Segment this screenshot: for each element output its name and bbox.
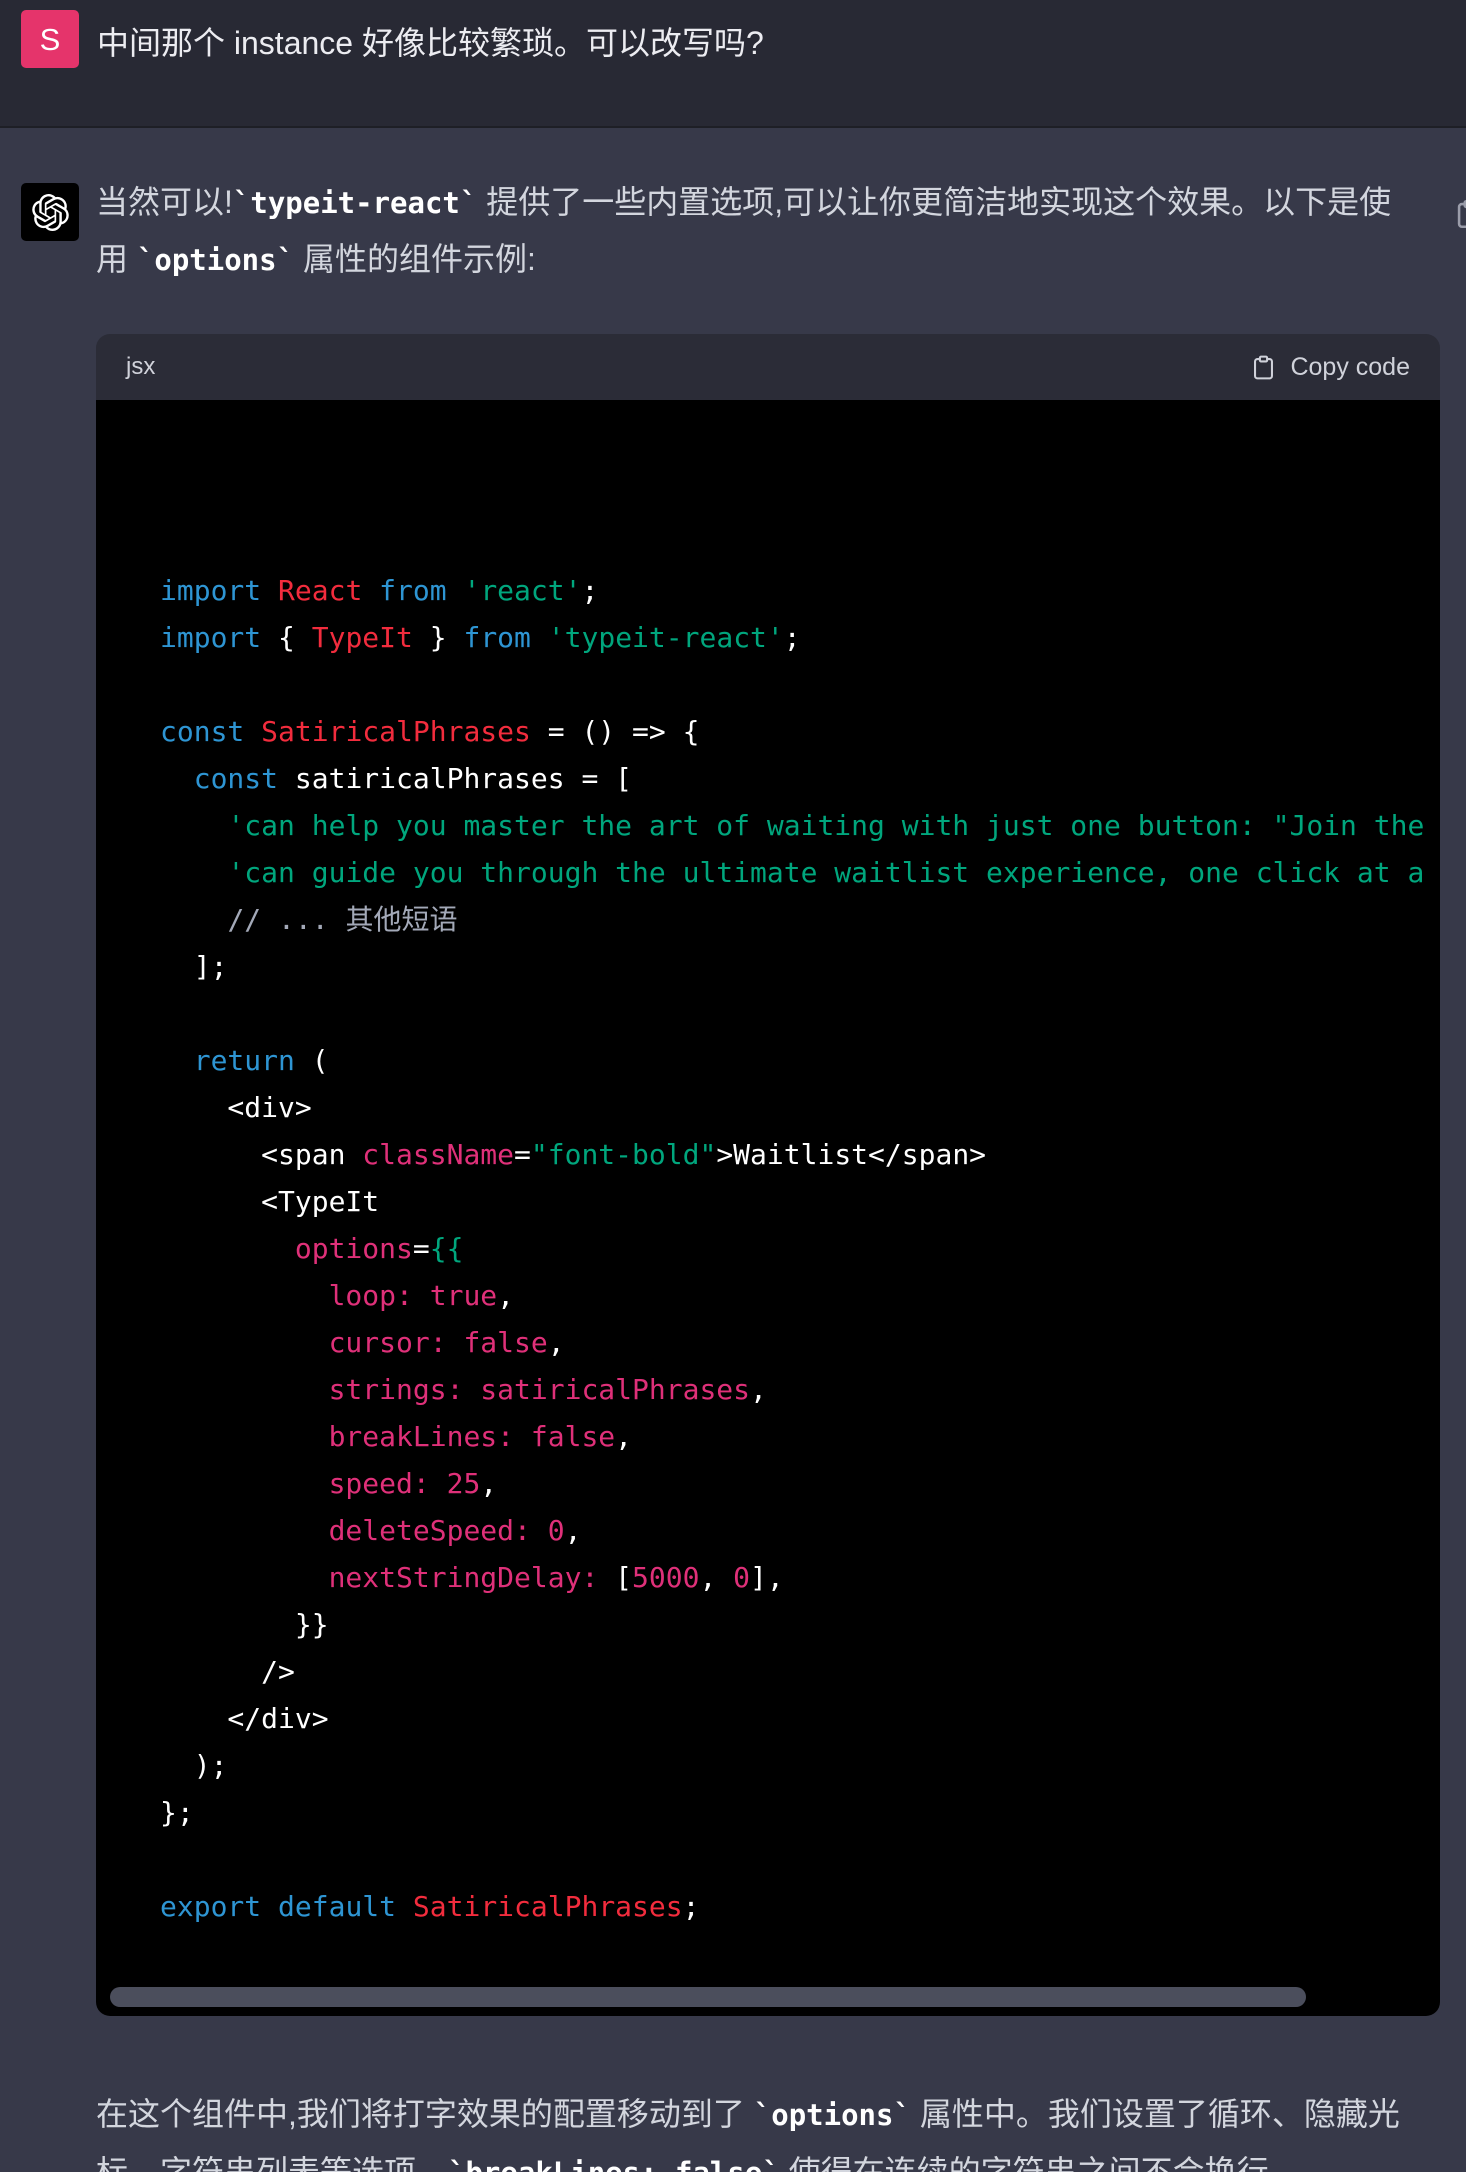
inline-code: `options` (753, 2098, 911, 2132)
inline-code: `options` (136, 243, 295, 277)
clipboard-icon (1254, 355, 1274, 379)
code-content: import React from 'react'; import { TypeI… (96, 400, 1440, 2016)
clipboard-icon (1457, 199, 1466, 229)
user-avatar-letter: S (39, 21, 61, 57)
code-line: // ... 其他短语 (227, 903, 458, 936)
code-line: }} (160, 1608, 329, 1641)
code-line: loop: true, (328, 1279, 515, 1312)
user-avatar: S (21, 10, 79, 68)
copy-code-button[interactable]: Copy code (1249, 353, 1410, 382)
user-message-row: S 中间那个 instance 好像比较繁琐。可以改写吗? (0, 0, 1466, 128)
code-line: </div> (160, 1702, 329, 1735)
code-line: ]; (160, 950, 228, 983)
code-block-header: jsx Copy code (96, 334, 1440, 400)
inline-code: `typeit-react` (232, 186, 478, 220)
code-line: /> (160, 1655, 295, 1688)
assistant-outro-paragraph: 在这个组件中,我们将打字效果的配置移动到了 `options` 属性中。我们设置… (96, 2086, 1440, 2172)
inline-code: `breakLines: false` (448, 2156, 780, 2172)
code-line: <TypeIt (160, 1185, 380, 1218)
copy-message-button[interactable] (1452, 197, 1466, 231)
code-line: <div> (160, 1091, 312, 1124)
code-line: const satiricalPhrases = [ (193, 762, 633, 795)
assistant-intro-paragraph: 当然可以!`typeit-react` 提供了一些内置选项,可以让你更简洁地实现… (96, 174, 1414, 288)
horizontal-scrollbar-thumb[interactable] (110, 1987, 1306, 2007)
code-line: 'can guide you through the ultimate wait… (227, 856, 1425, 889)
code-line: ); (160, 1749, 228, 1782)
code-line: import React from 'react'; (160, 574, 599, 607)
assistant-avatar (21, 183, 79, 241)
code-line: deleteSpeed: 0, (328, 1514, 582, 1547)
code-line: <span className="font-bold">Waitlist</sp… (160, 1138, 987, 1171)
copy-code-label: Copy code (1290, 352, 1410, 381)
text-segment: 在这个组件中,我们将打字效果的配置移动到了 (96, 2096, 754, 2132)
code-line: strings: satiricalPhrases, (328, 1373, 767, 1406)
code-line: }; (160, 1796, 194, 1829)
code-line: export default SatiricalPhrases; (160, 1890, 700, 1923)
code-line: 'can help you master the art of waiting … (227, 809, 1425, 842)
assistant-message-row: 当然可以!`typeit-react` 提供了一些内置选项,可以让你更简洁地实现… (0, 128, 1466, 2172)
code-line: return ( (193, 1044, 329, 1077)
openai-logo-icon (31, 193, 69, 231)
code-line: nextStringDelay: [5000, 0], (328, 1561, 784, 1594)
user-message-text: 中间那个 instance 好像比较繁琐。可以改写吗? (97, 25, 764, 61)
text-segment: 当然可以! (96, 184, 233, 220)
code-line: breakLines: false, (328, 1420, 633, 1453)
code-language-label: jsx (126, 353, 156, 380)
code-line: import { TypeIt } from 'typeit-react'; (160, 621, 801, 654)
code-line: cursor: false, (328, 1326, 565, 1359)
code-line: const SatiricalPhrases = () => { (160, 715, 700, 748)
code-block: jsx Copy code import React from 'react';… (96, 334, 1440, 2016)
code-line: options={{ (294, 1232, 464, 1265)
text-segment: 属性的组件示例: (294, 241, 536, 277)
text-segment: 使得在连续的字符串之间不会换行。 (779, 2154, 1301, 2172)
code-line: speed: 25, (328, 1467, 498, 1500)
